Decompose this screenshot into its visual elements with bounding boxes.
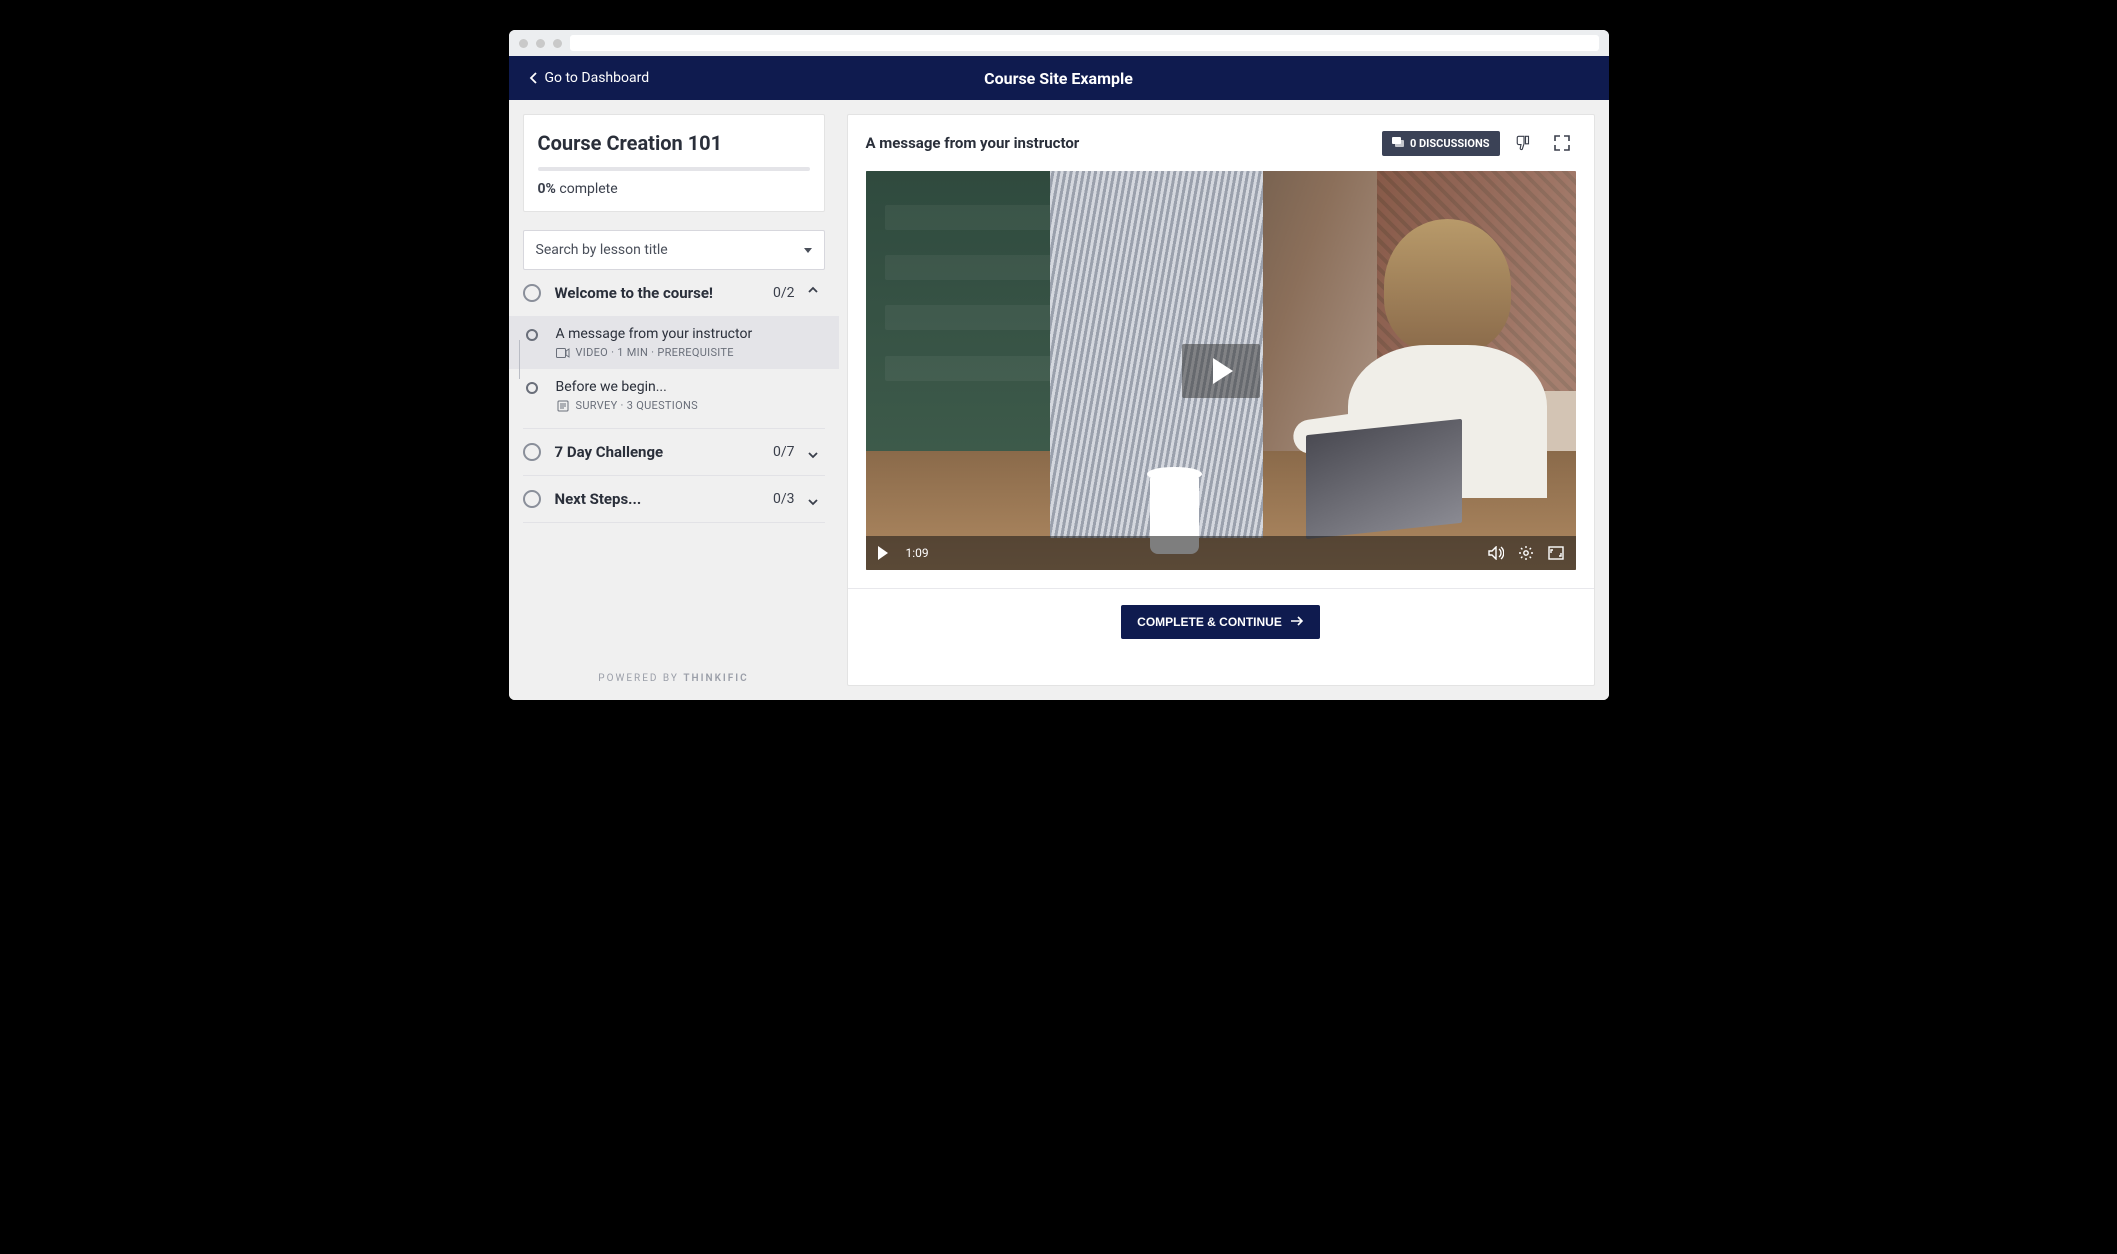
video-player[interactable]: 1:09 (866, 171, 1576, 570)
chapter-count: 0/3 (773, 491, 795, 507)
traffic-light-minimize[interactable] (536, 39, 545, 48)
play-button[interactable] (1182, 344, 1260, 398)
lesson-item[interactable]: A message from your instructor VIDEO · 1 … (509, 316, 839, 369)
chat-icon (1392, 137, 1404, 149)
chapter-progress-circle (523, 284, 541, 302)
volume-button[interactable] (1488, 546, 1504, 560)
chapter-title: Next Steps... (555, 490, 773, 508)
lesson-card: A message from your instructor 0 DISCUSS… (847, 114, 1595, 686)
lesson-item-meta: SURVEY · 3 QUESTIONS (556, 399, 819, 412)
chevron-down-icon (807, 446, 819, 458)
video-fullscreen-button[interactable] (1548, 546, 1564, 560)
chevron-down-icon (807, 493, 819, 505)
chapter-progress-circle (523, 443, 541, 461)
gear-icon (1518, 545, 1534, 561)
chapter-toggle[interactable]: 7 Day Challenge0/7 (523, 429, 825, 475)
lesson-item[interactable]: Before we begin... SURVEY · 3 QUESTIONS (523, 369, 825, 422)
chapter: Next Steps...0/3 (523, 476, 825, 523)
arrow-right-icon (1290, 615, 1304, 629)
video-laptop (1306, 418, 1462, 538)
browser-window: Go to Dashboard Course Site Example Cour… (509, 30, 1609, 700)
video-controls: 1:09 (866, 536, 1576, 570)
chapter-count: 0/7 (773, 444, 795, 460)
thumbs-down-button[interactable] (1510, 129, 1538, 157)
chapter: 7 Day Challenge0/7 (523, 429, 825, 476)
discussions-label: 0 DISCUSSIONS (1410, 137, 1490, 150)
play-icon (1213, 358, 1233, 384)
chapter-toggle[interactable]: Next Steps...0/3 (523, 476, 825, 522)
search-placeholder: Search by lesson title (536, 242, 668, 258)
video-icon (556, 347, 570, 359)
thumbs-down-icon (1515, 134, 1533, 152)
back-label: Go to Dashboard (545, 70, 650, 86)
course-player-app: Go to Dashboard Course Site Example Cour… (509, 56, 1609, 700)
app-body: Course Creation 101 0% complete Search b… (509, 100, 1609, 700)
lesson-title: A message from your instructor (866, 134, 1382, 152)
site-title: Course Site Example (984, 69, 1133, 88)
course-progress-card: Course Creation 101 0% complete (523, 114, 825, 212)
expand-icon (1554, 135, 1570, 151)
progress-percent: 0% (538, 181, 556, 197)
progress-bar (538, 167, 810, 171)
fullscreen-button[interactable] (1548, 129, 1576, 157)
powered-prefix: POWERED BY (598, 673, 683, 684)
lesson-connector (519, 340, 520, 379)
settings-button[interactable] (1518, 545, 1534, 561)
chapter-list: Welcome to the course!0/2 A message from … (523, 270, 825, 523)
volume-icon (1488, 546, 1504, 560)
lesson-item-meta: VIDEO · 1 MIN · PREREQUISITE (556, 346, 825, 359)
powered-by-footer: POWERED BY THINKIFIC (523, 653, 825, 700)
progress-label: 0% complete (538, 181, 810, 197)
video-container: 1:09 (848, 171, 1594, 588)
url-bar[interactable] (570, 35, 1599, 51)
traffic-light-zoom[interactable] (553, 39, 562, 48)
discussions-button[interactable]: 0 DISCUSSIONS (1382, 131, 1500, 156)
chapter-progress-circle (523, 490, 541, 508)
lesson-header: A message from your instructor 0 DISCUSS… (848, 115, 1594, 171)
chevron-left-icon (529, 72, 537, 84)
top-nav: Go to Dashboard Course Site Example (509, 56, 1609, 100)
chapter-toggle[interactable]: Welcome to the course!0/2 (523, 270, 825, 316)
fullscreen-icon (1548, 546, 1564, 560)
traffic-light-close[interactable] (519, 39, 528, 48)
lesson-body: Before we begin... SURVEY · 3 QUESTIONS (556, 379, 819, 412)
lesson-item-title: A message from your instructor (556, 326, 825, 342)
chapter-count: 0/2 (773, 285, 795, 301)
cta-label: COMPLETE & CONTINUE (1137, 615, 1282, 629)
browser-chrome (509, 30, 1609, 56)
lesson-progress-circle (526, 329, 538, 341)
play-small-button[interactable] (878, 546, 888, 560)
chapter-title: Welcome to the course! (555, 284, 773, 302)
video-timestamp: 1:09 (906, 546, 929, 560)
main-content: A message from your instructor 0 DISCUSS… (839, 100, 1609, 700)
lesson-search-dropdown[interactable]: Search by lesson title (523, 230, 825, 270)
lesson-footer: COMPLETE & CONTINUE (848, 588, 1594, 655)
lesson-item-title: Before we begin... (556, 379, 819, 395)
lesson-list: A message from your instructor VIDEO · 1 … (523, 316, 825, 428)
lesson-body: A message from your instructor VIDEO · 1 … (556, 326, 825, 359)
progress-complete-word: complete (559, 181, 617, 197)
lesson-progress-circle (526, 382, 538, 394)
chevron-up-icon (807, 287, 819, 299)
course-sidebar: Course Creation 101 0% complete Search b… (509, 100, 839, 700)
survey-icon (556, 400, 570, 412)
caret-down-icon (804, 248, 812, 253)
course-title: Course Creation 101 (538, 131, 810, 155)
chapter: Welcome to the course!0/2 A message from … (523, 270, 825, 429)
complete-continue-button[interactable]: COMPLETE & CONTINUE (1121, 605, 1320, 639)
back-to-dashboard-link[interactable]: Go to Dashboard (529, 70, 650, 86)
chapter-title: 7 Day Challenge (555, 443, 773, 461)
powered-brand: THINKIFIC (683, 673, 748, 684)
